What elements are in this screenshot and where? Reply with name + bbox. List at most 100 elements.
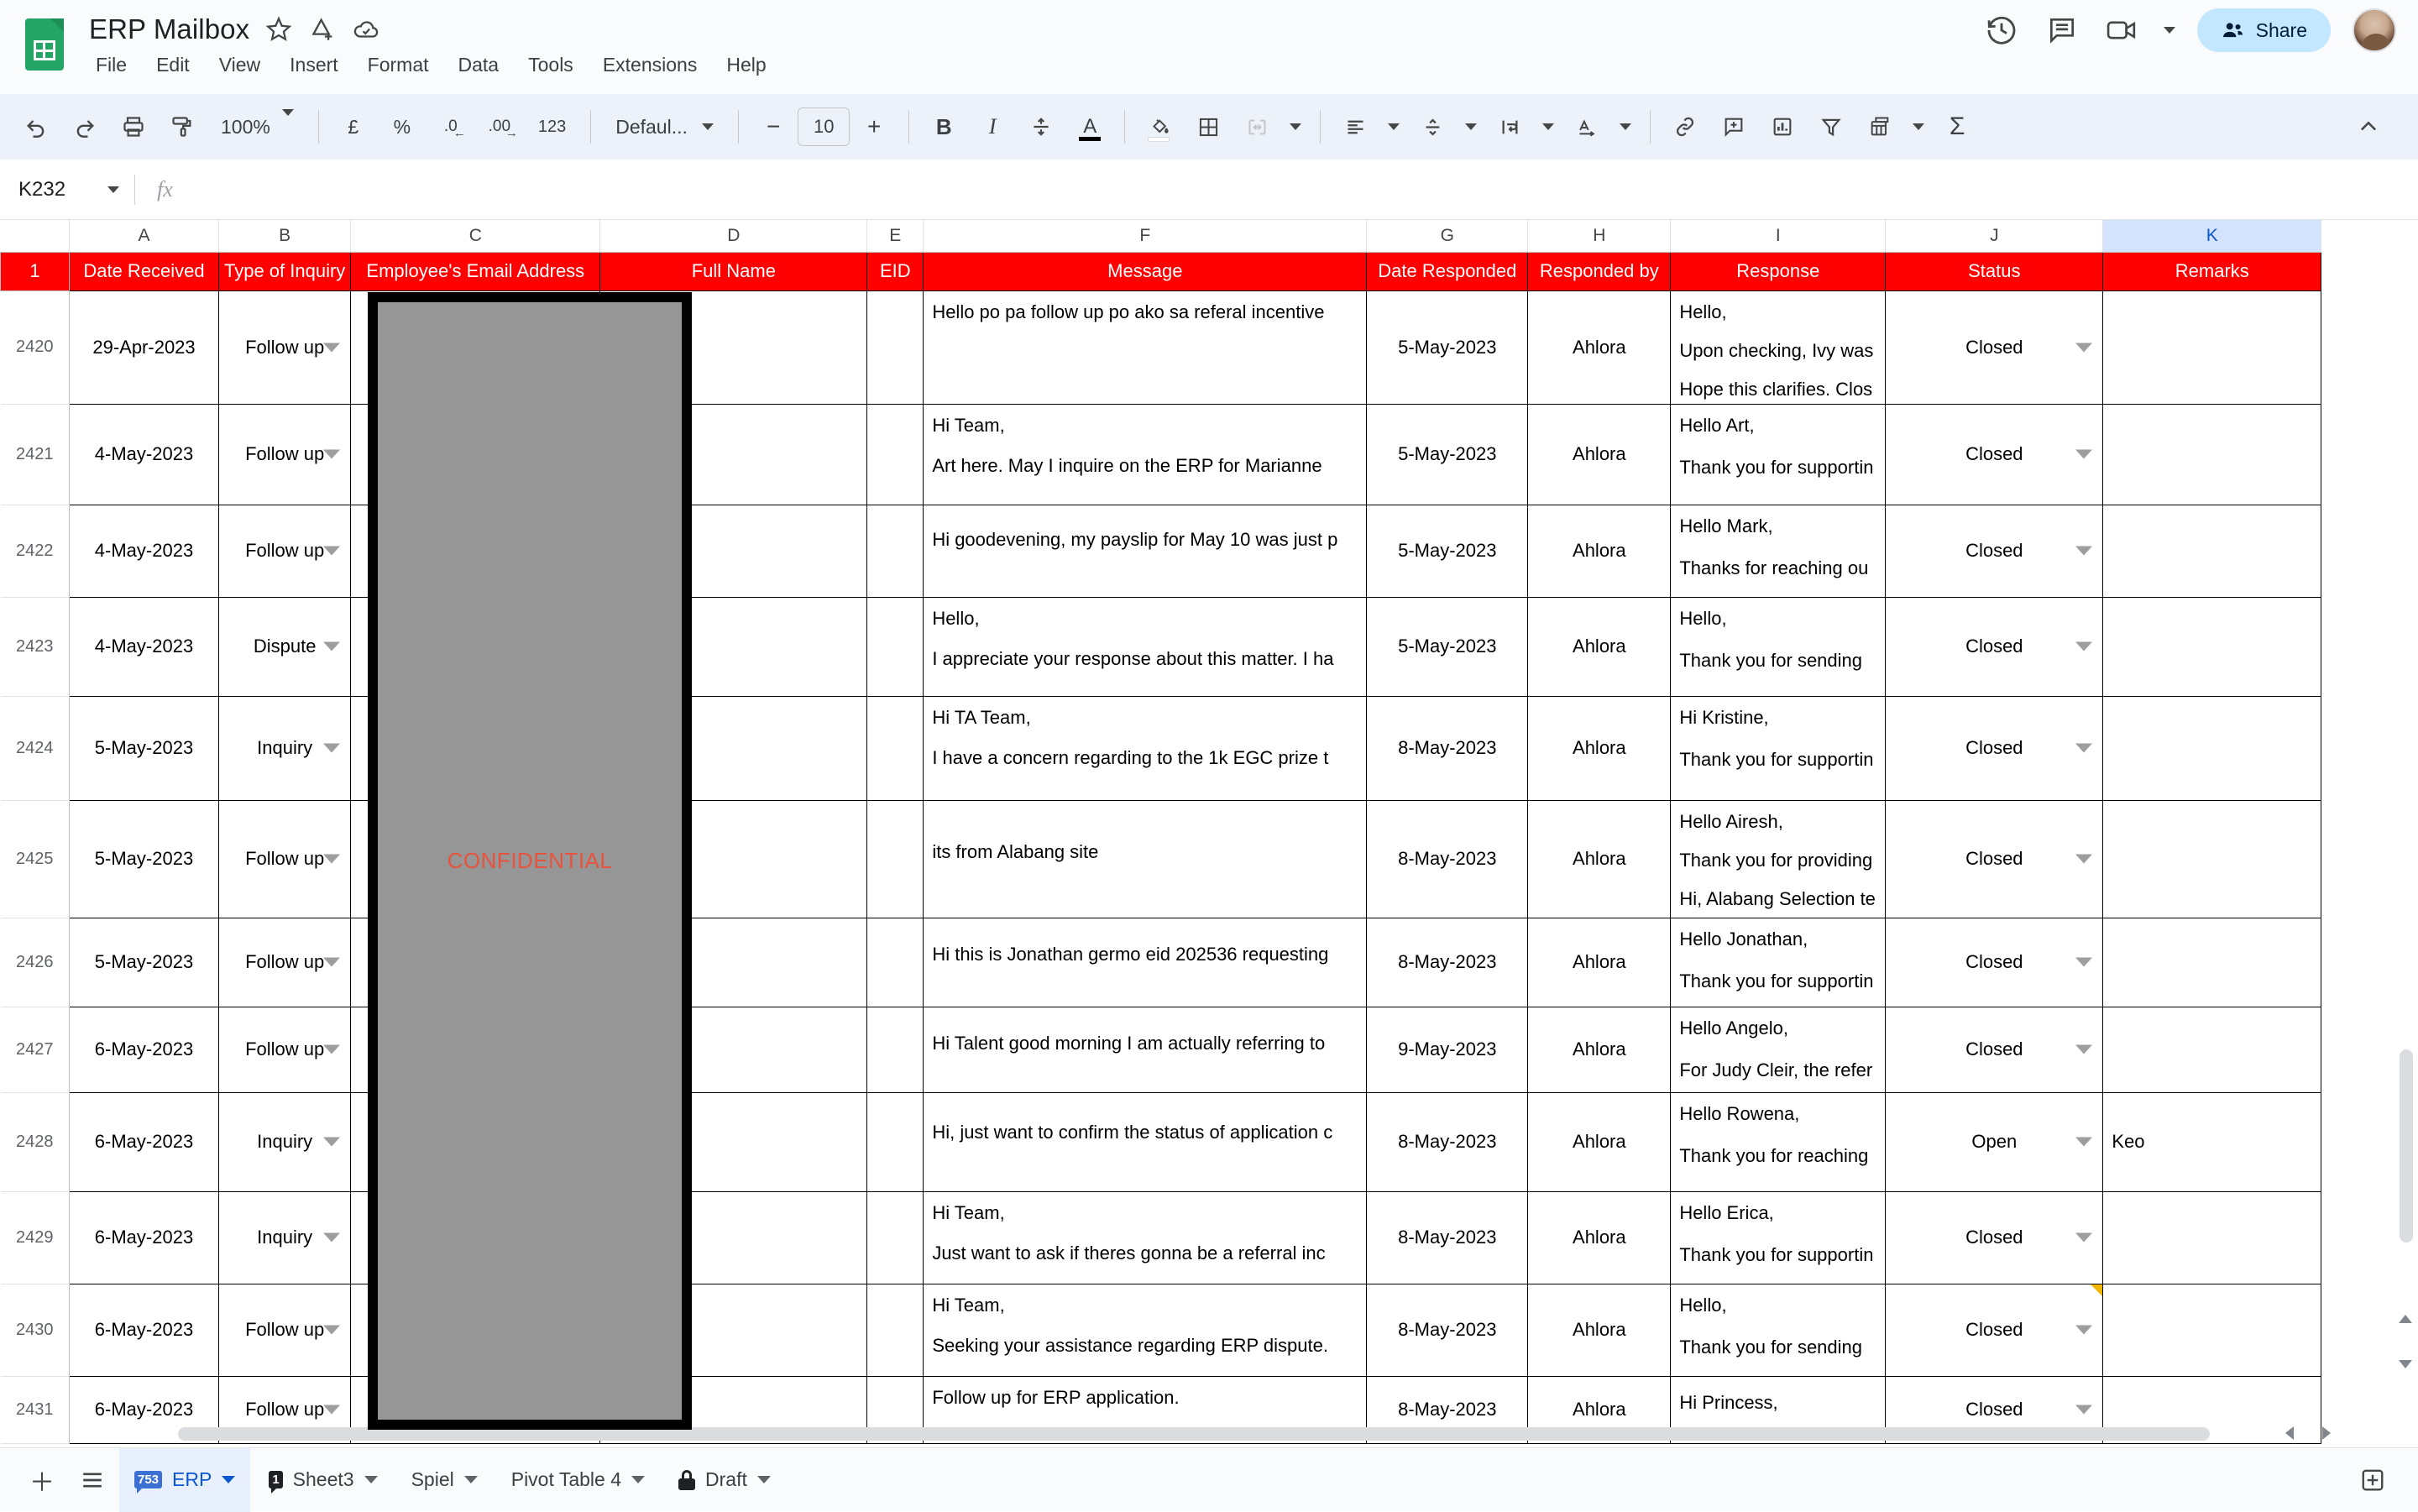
- select-all-corner[interactable]: [1, 220, 70, 252]
- menu-file[interactable]: File: [92, 52, 130, 78]
- dropdown-chevron-down-icon[interactable]: [323, 1405, 340, 1415]
- scroll-down-arrow-icon[interactable]: [2399, 1360, 2412, 1368]
- cell-responded-by[interactable]: Ahlora: [1528, 1191, 1671, 1284]
- column-header-g[interactable]: G: [1367, 220, 1528, 252]
- row-header[interactable]: 2431: [1, 1376, 70, 1443]
- cell-message[interactable]: Hi goodevening, my payslip for May 10 wa…: [924, 505, 1367, 597]
- row-header[interactable]: 2423: [1, 597, 70, 696]
- sheet-tab-erp[interactable]: 753 ERP: [119, 1448, 250, 1512]
- chart-icon[interactable]: [1761, 105, 1804, 149]
- cell-date-received[interactable]: 5-May-2023: [70, 696, 219, 800]
- cell-message[interactable]: Hi Team, Just want to ask if theres gonn…: [924, 1191, 1367, 1284]
- cell-message[interactable]: Hello, I appreciate your response about …: [924, 597, 1367, 696]
- currency-format-button[interactable]: £: [332, 105, 375, 149]
- cell-status[interactable]: Closed: [1886, 918, 2103, 1007]
- cell-date-responded[interactable]: 8-May-2023: [1367, 1284, 1528, 1376]
- cell-date-received[interactable]: 5-May-2023: [70, 918, 219, 1007]
- print-icon[interactable]: [112, 105, 155, 149]
- cell-status[interactable]: Open: [1886, 1092, 2103, 1191]
- cell-status[interactable]: Closed: [1886, 696, 2103, 800]
- column-header-j[interactable]: J: [1886, 220, 2103, 252]
- percent-format-button[interactable]: %: [380, 105, 424, 149]
- sheet-tab-chevron-down-icon[interactable]: [757, 1476, 771, 1483]
- version-history-icon[interactable]: [1982, 11, 2021, 50]
- cell-eid[interactable]: [867, 1191, 924, 1284]
- column-header-f[interactable]: F: [924, 220, 1367, 252]
- column-header-e[interactable]: E: [867, 220, 924, 252]
- row-header[interactable]: 2422: [1, 505, 70, 597]
- align-chevron-down-icon[interactable]: [1388, 123, 1400, 130]
- cell-status[interactable]: Closed: [1886, 597, 2103, 696]
- cell-response[interactable]: Hi Kristine, Thank you for supportin: [1671, 696, 1886, 800]
- dropdown-chevron-down-icon[interactable]: [2075, 744, 2092, 753]
- cell-responded-by[interactable]: Ahlora: [1528, 290, 1671, 404]
- cell-date-received[interactable]: 4-May-2023: [70, 404, 219, 505]
- scroll-left-arrow-icon[interactable]: [2285, 1426, 2294, 1440]
- text-wrap-chevron-down-icon[interactable]: [1542, 123, 1554, 130]
- cell-remarks[interactable]: [2103, 1284, 2321, 1376]
- cell-response[interactable]: Hello Jonathan, Thank you for supportin: [1671, 918, 1886, 1007]
- cell-date-received[interactable]: 29-Apr-2023: [70, 290, 219, 404]
- cell-remarks[interactable]: [2103, 800, 2321, 918]
- column-header-a[interactable]: A: [70, 220, 219, 252]
- explore-icon[interactable]: [2349, 1457, 2396, 1504]
- decrease-decimal-button[interactable]: .0 ←: [429, 105, 473, 149]
- menu-data[interactable]: Data: [455, 52, 503, 78]
- cell-responded-by[interactable]: Ahlora: [1528, 1007, 1671, 1092]
- column-header-h[interactable]: H: [1528, 220, 1671, 252]
- cell-date-responded[interactable]: 5-May-2023: [1367, 505, 1528, 597]
- dropdown-chevron-down-icon[interactable]: [2075, 450, 2092, 459]
- cell-status[interactable]: Closed: [1886, 290, 2103, 404]
- sum-button[interactable]: Σ: [1935, 105, 1979, 149]
- cell-date-received[interactable]: 4-May-2023: [70, 505, 219, 597]
- row-header[interactable]: 2430: [1, 1284, 70, 1376]
- cell-date-received[interactable]: 6-May-2023: [70, 1007, 219, 1092]
- font-size-input[interactable]: 10: [798, 107, 850, 146]
- cell-eid[interactable]: [867, 597, 924, 696]
- meet-chevron-down-icon[interactable]: [2164, 27, 2175, 34]
- dropdown-chevron-down-icon[interactable]: [323, 1233, 340, 1243]
- cell-remarks[interactable]: [2103, 1191, 2321, 1284]
- cell-remarks[interactable]: [2103, 696, 2321, 800]
- vertical-scrollbar[interactable]: [2394, 252, 2418, 1436]
- cell-message[interactable]: Hi Talent good morning I am actually ref…: [924, 1007, 1367, 1092]
- borders-icon[interactable]: [1186, 105, 1230, 149]
- column-header-b[interactable]: B: [219, 220, 351, 252]
- dropdown-chevron-down-icon[interactable]: [2075, 958, 2092, 967]
- meet-camera-icon[interactable]: [2103, 11, 2142, 50]
- row-header-1[interactable]: 1: [1, 252, 70, 290]
- cell-date-received[interactable]: 6-May-2023: [70, 1284, 219, 1376]
- sheet-tab-sheet3[interactable]: 1 Sheet3: [254, 1448, 392, 1512]
- pivot-chevron-down-icon[interactable]: [1913, 123, 1924, 130]
- merge-cells-icon[interactable]: [1235, 105, 1279, 149]
- increase-font-size-button[interactable]: +: [852, 105, 896, 149]
- cell-type-of-inquiry[interactable]: Follow up: [219, 800, 351, 918]
- cell-responded-by[interactable]: Ahlora: [1528, 1092, 1671, 1191]
- undo-icon[interactable]: [14, 105, 58, 149]
- cell-responded-by[interactable]: Ahlora: [1528, 404, 1671, 505]
- cell-date-received[interactable]: 6-May-2023: [70, 1092, 219, 1191]
- paint-format-icon[interactable]: [160, 105, 204, 149]
- dropdown-chevron-down-icon[interactable]: [2075, 547, 2092, 556]
- increase-decimal-button[interactable]: .00 →: [478, 105, 521, 149]
- star-icon[interactable]: [264, 15, 293, 44]
- cell-status[interactable]: Closed: [1886, 800, 2103, 918]
- cell-date-responded[interactable]: 5-May-2023: [1367, 404, 1528, 505]
- cell-responded-by[interactable]: Ahlora: [1528, 696, 1671, 800]
- cell-type-of-inquiry[interactable]: Follow up: [219, 1007, 351, 1092]
- vertical-align-chevron-down-icon[interactable]: [1465, 123, 1477, 130]
- sheet-tab-spiel[interactable]: Spiel: [396, 1448, 493, 1512]
- menu-help[interactable]: Help: [723, 52, 769, 78]
- more-formats-button[interactable]: 123: [526, 105, 578, 149]
- dropdown-chevron-down-icon[interactable]: [323, 547, 340, 556]
- cell-type-of-inquiry[interactable]: Inquiry: [219, 1092, 351, 1191]
- saved-to-cloud-icon[interactable]: [352, 15, 380, 44]
- cell-message[interactable]: Hi this is Jonathan germo eid 202536 req…: [924, 918, 1367, 1007]
- cell-eid[interactable]: [867, 696, 924, 800]
- row-header[interactable]: 2421: [1, 404, 70, 505]
- column-header-c[interactable]: C: [351, 220, 600, 252]
- text-rotation-icon[interactable]: [1565, 105, 1609, 149]
- cell-message[interactable]: its from Alabang site: [924, 800, 1367, 918]
- cell-responded-by[interactable]: Ahlora: [1528, 918, 1671, 1007]
- account-avatar[interactable]: [2353, 8, 2396, 52]
